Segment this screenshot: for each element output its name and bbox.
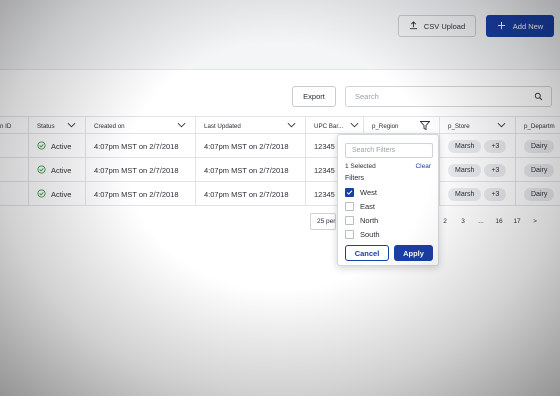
- filter-option-label: West: [360, 187, 377, 197]
- filter-option-south[interactable]: South: [345, 228, 380, 240]
- csv-upload-label: CSV Upload: [423, 21, 466, 31]
- column-header-status[interactable]: Status: [29, 117, 86, 135]
- filter-option-north[interactable]: North: [345, 214, 378, 226]
- column-header-department[interactable]: p_Departm: [516, 117, 560, 135]
- selected-count: 1 Selected: [345, 163, 376, 170]
- per-page-select[interactable]: 25 per page: [310, 213, 336, 230]
- chevron-down-icon: [350, 122, 359, 130]
- updated-cell: 4:07pm MST on 2/7/2018: [196, 182, 306, 206]
- checkbox[interactable]: [345, 201, 354, 211]
- chevron-down-icon: [67, 122, 76, 130]
- page-link[interactable]: 3: [454, 218, 472, 225]
- checkbox-checked[interactable]: [345, 187, 354, 197]
- chevron-down-icon: [177, 122, 186, 130]
- checkbox[interactable]: [345, 215, 354, 225]
- department-chip: Dairy: [524, 139, 555, 153]
- search-icon: [534, 92, 543, 103]
- created-cell: 4:07pm MST on 2/7/2018: [86, 158, 196, 182]
- column-header-region[interactable]: p_Region: [364, 117, 440, 135]
- column-label: p_Store: [448, 122, 470, 130]
- store-cell: Marsh +3: [440, 182, 516, 206]
- status-cell: Active: [29, 182, 86, 206]
- column-header-upc[interactable]: UPC Bar...: [306, 117, 364, 135]
- filter-search-input[interactable]: Search Filters: [345, 143, 433, 158]
- data-table: n ID Status Created on Last Updated UPC …: [0, 116, 560, 206]
- filter-option-west[interactable]: West: [345, 186, 377, 198]
- check-circle-icon: [37, 164, 46, 176]
- add-new-button[interactable]: Add New: [486, 15, 554, 37]
- department-cell: Dairy: [516, 158, 560, 182]
- upload-icon: [409, 20, 418, 32]
- column-label: p_Departm: [524, 122, 555, 130]
- status-text: Active: [51, 165, 72, 175]
- column-label: p_Region: [372, 122, 399, 130]
- filter-option-east[interactable]: East: [345, 200, 375, 212]
- created-cell: 4:07pm MST on 2/7/2018: [86, 134, 196, 158]
- filter-option-label: North: [360, 215, 379, 225]
- table-row[interactable]: Active 4:07pm MST on 2/7/2018 4:07pm MST…: [0, 134, 560, 158]
- column-label: Created on: [94, 122, 125, 130]
- page-ellipsis: ...: [478, 218, 484, 225]
- table-row[interactable]: Active 4:07pm MST on 2/7/2018 4:07pm MST…: [0, 182, 560, 206]
- store-chip: Marsh: [448, 187, 482, 201]
- filter-icon[interactable]: [419, 121, 431, 132]
- column-label: Last Updated: [204, 122, 241, 130]
- created-cell: 4:07pm MST on 2/7/2018: [86, 182, 196, 206]
- search-placeholder: Search: [355, 92, 379, 101]
- column-label: Status: [37, 122, 55, 130]
- status-cell: Active: [29, 134, 86, 158]
- more-chip[interactable]: +3: [484, 187, 507, 201]
- status-cell: Active: [29, 158, 86, 182]
- column-header-id[interactable]: n ID: [0, 117, 29, 135]
- store-cell: Marsh +3: [440, 134, 516, 158]
- table-row[interactable]: Active 4:07pm MST on 2/7/2018 4:07pm MST…: [0, 158, 560, 182]
- checkbox[interactable]: [345, 229, 354, 239]
- id-cell: [0, 158, 29, 182]
- region-filter-dropdown: Search Filters 1 Selected Clear Filters …: [337, 134, 439, 266]
- search-input[interactable]: Search: [345, 86, 552, 107]
- filter-option-label: South: [360, 229, 380, 239]
- add-new-label: Add New: [512, 21, 544, 31]
- status-text: Active: [51, 189, 72, 199]
- column-label: n ID: [0, 122, 12, 130]
- chevron-down-icon: [497, 122, 506, 130]
- more-chip[interactable]: +3: [484, 163, 507, 177]
- id-cell: [0, 182, 29, 206]
- filters-heading: Filters: [345, 175, 365, 182]
- chevron-right-icon[interactable]: >: [526, 218, 544, 225]
- id-cell: [0, 134, 29, 158]
- page-link[interactable]: 16: [490, 218, 508, 225]
- department-cell: Dairy: [516, 134, 560, 158]
- check-circle-icon: [37, 140, 46, 152]
- table-header: n ID Status Created on Last Updated UPC …: [0, 116, 560, 135]
- cancel-button[interactable]: Cancel: [345, 245, 389, 261]
- column-header-created[interactable]: Created on: [86, 117, 196, 135]
- updated-cell: 4:07pm MST on 2/7/2018: [196, 158, 306, 182]
- apply-button[interactable]: Apply: [394, 245, 433, 261]
- store-cell: Marsh +3: [440, 158, 516, 182]
- column-header-store[interactable]: p_Store: [440, 117, 516, 135]
- export-button[interactable]: Export: [292, 86, 336, 107]
- status-text: Active: [51, 141, 72, 151]
- filter-option-label: East: [360, 201, 376, 211]
- check-circle-icon: [37, 188, 46, 200]
- csv-upload-button[interactable]: CSV Upload: [398, 15, 476, 37]
- department-chip: Dairy: [524, 163, 555, 177]
- chevron-down-icon: [287, 122, 296, 130]
- column-label: UPC Bar...: [314, 122, 344, 130]
- store-chip: Marsh: [448, 139, 482, 153]
- department-cell: Dairy: [516, 182, 560, 206]
- clear-link[interactable]: Clear: [415, 163, 431, 170]
- department-chip: Dairy: [524, 187, 555, 201]
- plus-icon: [497, 21, 506, 32]
- filter-search-placeholder: Search Filters: [352, 147, 396, 154]
- column-header-updated[interactable]: Last Updated: [196, 117, 306, 135]
- page-header: CSV Upload Add New: [0, 0, 560, 70]
- updated-cell: 4:07pm MST on 2/7/2018: [196, 134, 306, 158]
- store-chip: Marsh: [448, 163, 482, 177]
- page-link[interactable]: 17: [508, 218, 526, 225]
- more-chip[interactable]: +3: [484, 139, 507, 153]
